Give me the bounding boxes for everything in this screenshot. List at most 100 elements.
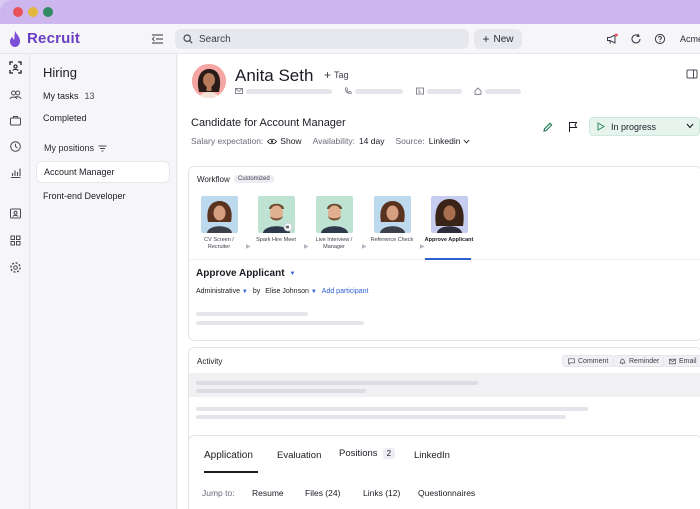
activity-title: Activity (197, 357, 223, 366)
step-label: Live Interview / Manager (315, 237, 353, 250)
availability-label: Availability: (312, 136, 355, 146)
megaphone-icon[interactable] (606, 33, 618, 45)
email-button[interactable]: Email (663, 355, 700, 367)
jump-questionnaires-link[interactable]: Questionnaires (418, 488, 475, 498)
sidebar-item-my-tasks[interactable]: My tasks 13 (43, 91, 95, 101)
candidate-name: Anita Seth (235, 66, 314, 85)
panel-layout-icon[interactable] (686, 68, 698, 80)
activity-placeholder-line (196, 381, 478, 385)
filter-icon (98, 145, 107, 151)
comment-button[interactable]: Comment (562, 355, 615, 367)
positions-label: My positions (44, 143, 95, 153)
contact-card-icon[interactable] (8, 206, 22, 220)
chevron-down-icon (686, 123, 694, 129)
email-icon (669, 358, 676, 364)
new-button[interactable]: + New (474, 29, 522, 49)
plus-icon: + (482, 32, 490, 46)
step-label: Spark Hire Meet (256, 237, 296, 243)
step-label: Reference Check (370, 237, 414, 243)
people-icon[interactable] (8, 87, 22, 101)
salary-show-toggle[interactable]: Show (267, 136, 302, 146)
workflow-step-live-interview[interactable]: Live Interview / Manager (308, 196, 360, 251)
my-tasks-label: My tasks (43, 91, 79, 101)
position-account-manager[interactable]: Account Manager (36, 161, 170, 183)
edit-icon[interactable] (542, 121, 554, 133)
eye-icon (267, 138, 278, 144)
hiring-sidebar: Hiring My tasks 13 Completed My positions… (30, 54, 177, 509)
tag-label: Tag (334, 70, 349, 80)
add-tag-button[interactable]: + Tag (324, 67, 349, 82)
workflow-step-approve-applicant[interactable]: Approve Applicant (423, 196, 475, 244)
candidate-panel: Anita Seth + Tag Candidate for Account M… (178, 54, 700, 509)
jump-resume-link[interactable]: Resume (252, 488, 284, 498)
reminder-button[interactable]: Reminder (613, 355, 666, 367)
app-logo[interactable]: Recruit (9, 30, 80, 47)
assignee-dropdown[interactable]: Elise Johnson ▼ (265, 288, 317, 295)
new-button-label: New (493, 33, 514, 45)
search-bar[interactable] (175, 29, 469, 49)
chart-icon[interactable] (8, 165, 22, 179)
activity-highlight-row (189, 373, 700, 397)
active-step-indicator (425, 258, 471, 260)
clock-icon[interactable] (8, 139, 22, 153)
sidebar-item-completed[interactable]: Completed (43, 113, 87, 123)
activity-placeholder-line (196, 407, 588, 411)
stage-type-label: Administrative (196, 288, 240, 295)
company-name[interactable]: Acme (680, 34, 700, 44)
position-front-end-developer[interactable]: Front-end Developer (36, 185, 170, 207)
active-stage-label: Approve Applicant (196, 268, 285, 279)
stage-placeholder-line (196, 312, 308, 316)
search-input[interactable] (199, 33, 439, 45)
workflow-step-spark-hire-meet[interactable]: Spark Hire Meet (250, 196, 302, 244)
step-arrow-icon: ▶ (362, 244, 367, 250)
stage-type-dropdown[interactable]: Administrative ▼ (196, 288, 248, 295)
flag-icon[interactable] (567, 121, 579, 133)
app-name: Recruit (27, 30, 81, 47)
workflow-step-cv-screen[interactable]: CV Screen / Recruiter (193, 196, 245, 251)
home-icon (474, 87, 482, 95)
caret-down-icon: ▼ (310, 289, 317, 295)
stage-placeholder-line (196, 321, 364, 325)
tab-application[interactable]: Application (204, 450, 253, 461)
phone-icon (345, 87, 352, 94)
id-placeholder (427, 89, 462, 94)
jump-links-link[interactable]: Links (12) (363, 488, 400, 498)
active-stage-dropdown[interactable]: Approve Applicant ▼ (196, 268, 295, 279)
apps-icon[interactable] (8, 233, 22, 247)
email-icon (235, 88, 243, 94)
settings-icon[interactable] (8, 260, 22, 274)
jump-files-link[interactable]: Files (24) (305, 488, 340, 498)
collapse-sidebar-icon[interactable] (151, 33, 164, 45)
id-card-icon (416, 87, 424, 95)
phone-placeholder (355, 89, 403, 94)
tab-positions[interactable]: Positions 2 (339, 448, 396, 459)
reminder-label: Reminder (629, 357, 660, 365)
refresh-icon[interactable] (630, 33, 642, 45)
email-placeholder (246, 89, 332, 94)
briefcase-icon[interactable] (8, 113, 22, 127)
tab-evaluation[interactable]: Evaluation (277, 450, 321, 461)
workflow-title: Workflow (197, 175, 230, 184)
jump-to-label: Jump to: (202, 488, 235, 498)
flame-logo-icon (10, 30, 20, 47)
source-dropdown[interactable]: Linkedin (429, 136, 471, 146)
tab-linkedin[interactable]: LinkedIn (414, 450, 450, 461)
search-icon (183, 34, 193, 44)
chevron-down-icon (463, 139, 470, 143)
workflow-step-reference-check[interactable]: Reference Check (366, 196, 418, 244)
tab-positions-label: Positions (339, 448, 378, 459)
step-label: Approve Applicant (424, 237, 474, 243)
step-arrow-icon: ▶ (246, 244, 251, 250)
address-placeholder (485, 89, 521, 94)
app-window: Recruit + New (0, 0, 700, 509)
add-participant-link[interactable]: Add participant (322, 288, 369, 295)
maximize-window-button[interactable] (43, 7, 53, 17)
help-icon[interactable] (654, 33, 666, 45)
status-dropdown[interactable]: In progress (589, 117, 700, 136)
plus-icon: + (324, 67, 332, 82)
positions-filter[interactable]: My positions (44, 143, 107, 153)
scan-icon[interactable] (8, 60, 22, 74)
close-window-button[interactable] (13, 7, 23, 17)
candidate-meta: Salary expectation: Show Availability: 1… (191, 136, 481, 146)
minimize-window-button[interactable] (28, 7, 38, 17)
